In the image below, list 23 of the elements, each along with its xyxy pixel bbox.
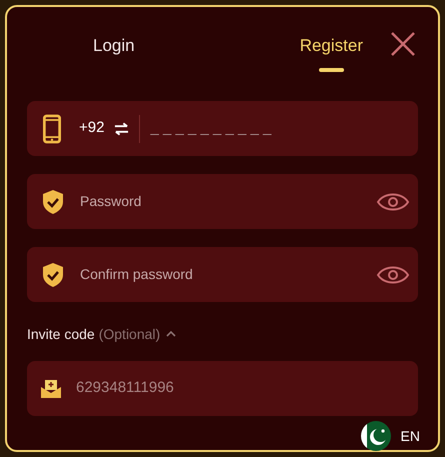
phone-icon	[43, 114, 61, 144]
tab[interactable]: Register	[300, 33, 363, 72]
phone-number-input[interactable]: _ _ _ _ _ _ _ _ _ _	[150, 117, 418, 140]
phone-field[interactable]: +92 _ _ _ _ _ _ _ _ _ _	[27, 101, 418, 156]
tab[interactable]: Login	[93, 33, 135, 72]
show-password-icon[interactable]	[376, 190, 410, 212]
flag-icon[interactable]	[360, 421, 391, 451]
envelope-icon	[40, 378, 62, 398]
caret-up-icon[interactable]	[166, 331, 176, 337]
invite-code-label: Invite code	[27, 324, 95, 344]
swap-icon[interactable]	[114, 122, 130, 136]
password-input[interactable]: Confirm password	[80, 264, 376, 285]
country-code[interactable]: +92	[79, 117, 104, 140]
shield-check-icon	[42, 188, 64, 214]
invite-code-input[interactable]: 629348111996	[76, 377, 418, 400]
language-label[interactable]: EN	[400, 426, 420, 446]
password-input[interactable]: Password	[80, 191, 376, 212]
invite-code-field[interactable]: 629348111996	[27, 361, 418, 416]
password-field[interactable]: Confirm password	[27, 247, 418, 302]
optional-hint: (Optional)	[98, 324, 160, 344]
password-field[interactable]: Password	[27, 174, 418, 229]
shield-check-icon	[42, 262, 64, 288]
show-password-icon[interactable]	[376, 264, 410, 286]
